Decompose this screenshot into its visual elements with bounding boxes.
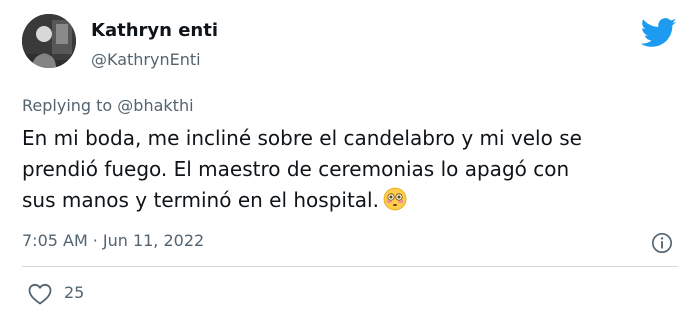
- replying-to: Replying to @bhakthi: [22, 96, 194, 115]
- tweet-text-line: sus manos y terminó en el hospital.: [22, 185, 682, 216]
- tweet-text-line: prendió fuego. El maestro de ceremonias …: [22, 157, 570, 181]
- tweet-card: Kathryn enti @KathrynEnti Replying to @b…: [0, 0, 700, 319]
- flushed-face-emoji-icon: [383, 187, 407, 211]
- author-name[interactable]: Kathryn enti: [91, 20, 218, 41]
- tweet-time: 7:05 AM: [22, 231, 88, 250]
- tweet-date: Jun 11, 2022: [102, 231, 205, 250]
- tweet-text: En mi boda, me incliné sobre el candelab…: [22, 123, 682, 216]
- tweet-text-line: En mi boda, me incliné sobre el candelab…: [22, 126, 582, 150]
- info-icon[interactable]: [651, 232, 673, 254]
- reply-target-handle[interactable]: @bhakthi: [117, 96, 193, 115]
- tweet-timestamp[interactable]: 7:05 AM · Jun 11, 2022: [22, 231, 204, 250]
- avatar[interactable]: [22, 14, 76, 68]
- tweet-text-line-content: sus manos y terminó en el hospital.: [22, 188, 379, 212]
- twitter-bird-icon[interactable]: [641, 18, 677, 48]
- author-handle[interactable]: @KathrynEnti: [91, 50, 201, 69]
- heart-icon[interactable]: [28, 283, 52, 305]
- divider: [22, 266, 678, 267]
- profile-photo-icon: [22, 14, 76, 68]
- replying-to-label: Replying to: [22, 96, 113, 115]
- meta-separator: ·: [92, 231, 98, 250]
- like-count[interactable]: 25: [64, 283, 84, 302]
